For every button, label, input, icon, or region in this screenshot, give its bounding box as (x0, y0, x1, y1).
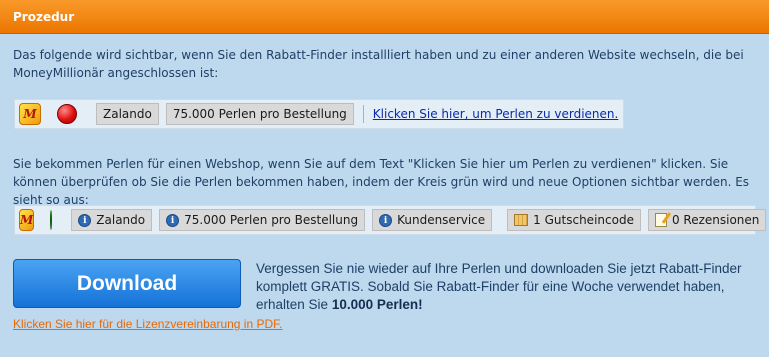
intro-text: Das folgende wird sichtbar, wenn Sie den… (13, 48, 744, 80)
reviews-chip[interactable]: 0 Rezensionen (647, 209, 767, 231)
shop-chip[interactable]: i Zalando (71, 209, 153, 231)
section-header: Prozedur (0, 0, 769, 34)
section-title: Prozedur (13, 10, 75, 24)
kundenservice-label: Kundenservice (397, 213, 486, 227)
promo-bonus: 10.000 Perlen! (331, 297, 423, 312)
info-icon: i (78, 213, 92, 227)
download-button[interactable]: Download (13, 259, 241, 308)
perlen-chip: 75.000 Perlen pro Bestellung (165, 103, 354, 125)
kundenservice-chip[interactable]: i Kundenservice (372, 209, 493, 231)
shop-label: Zalando (96, 213, 146, 227)
promo-text: Vergessen Sie nie wieder auf Ihre Perlen… (256, 260, 756, 314)
perlen-label: 75.000 Perlen pro Bestellung (172, 107, 347, 121)
explain-text: Sie bekommen Perlen für einen Webshop, w… (13, 157, 750, 207)
coupon-icon (514, 214, 529, 226)
info-icon: i (379, 213, 393, 227)
edit-icon (654, 213, 667, 227)
perlen-label: 75.000 Perlen pro Bestellung (184, 213, 359, 227)
moneymillionaer-logo-icon: M (19, 103, 41, 125)
shop-chip: Zalando (96, 103, 159, 125)
toolbar-inactive: M Zalando 75.000 Perlen pro Bestellung K… (14, 99, 624, 129)
reviews-label: 0 Rezensionen (671, 213, 760, 227)
shop-label: Zalando (103, 107, 152, 121)
divider (362, 105, 364, 123)
status-circle-icon (50, 210, 53, 230)
promo-text-body: Vergessen Sie nie wieder auf Ihre Perlen… (256, 261, 742, 312)
moneymillionaer-logo-icon: M (19, 209, 35, 231)
coupon-label: 1 Gutscheincode (533, 213, 634, 227)
info-icon: i (166, 213, 180, 227)
license-pdf-link[interactable]: Klicken Sie hier für die Lizenzvereinbar… (13, 317, 282, 331)
coupon-chip[interactable]: 1 Gutscheincode (507, 209, 641, 231)
earn-perlen-link[interactable]: Klicken Sie hier, um Perlen zu verdienen… (373, 107, 619, 121)
toolbar-active: M i Zalando i 75.000 Perlen pro Bestellu… (14, 205, 767, 235)
status-circle-icon (57, 104, 77, 124)
perlen-chip[interactable]: i 75.000 Perlen pro Bestellung (159, 209, 366, 231)
